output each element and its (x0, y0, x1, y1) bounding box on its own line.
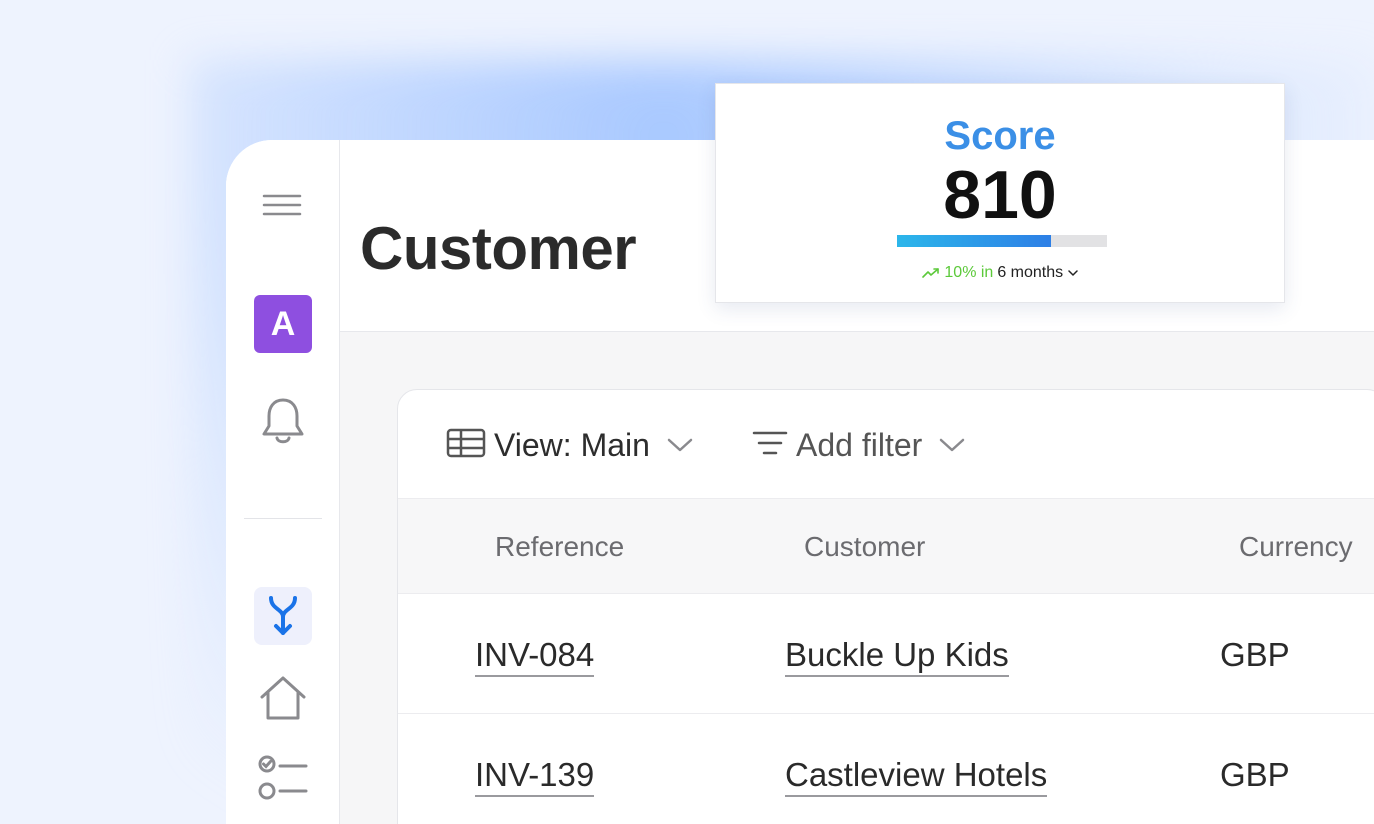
view-selector[interactable]: View: Main (446, 425, 694, 465)
column-header-currency[interactable]: Currency (1239, 531, 1353, 563)
trend-period-selector[interactable]: 6 months (997, 264, 1078, 282)
score-progress-bar (897, 235, 1107, 247)
currency-cell: GBP (1220, 636, 1290, 673)
customer-link[interactable]: Buckle Up Kids (785, 636, 1009, 677)
home-icon[interactable] (257, 673, 309, 723)
column-header-customer[interactable]: Customer (804, 531, 925, 563)
score-card: Score 810 10% in 6 months (715, 83, 1285, 303)
filter-icon (752, 430, 788, 461)
page-title: Customer (360, 215, 637, 282)
column-header-reference[interactable]: Reference (495, 531, 624, 563)
view-label: View: Main (494, 426, 650, 463)
table-row[interactable]: INV-139 Castleview Hotels GBP (398, 714, 1374, 824)
avatar[interactable]: A (254, 295, 312, 353)
reference-link[interactable]: INV-139 (475, 756, 595, 797)
score-trend: 10% in 6 months (716, 264, 1284, 282)
menu-icon[interactable] (259, 188, 305, 222)
table-card: View: Main Add filter Reference Customer… (397, 389, 1374, 824)
reference-link[interactable]: INV-084 (475, 636, 595, 677)
trend-period-label: 6 months (997, 264, 1064, 281)
sidebar-divider (244, 518, 322, 519)
customer-link[interactable]: Castleview Hotels (785, 756, 1048, 797)
table-header: Reference Customer Currency (398, 498, 1374, 594)
chevron-down-icon (1067, 270, 1078, 276)
merge-icon[interactable] (254, 587, 312, 645)
score-value: 810 (943, 157, 1057, 233)
currency-cell: GBP (1220, 756, 1290, 793)
add-filter-button[interactable]: Add filter (752, 425, 966, 465)
score-title: Score (944, 114, 1056, 158)
chevron-down-icon (666, 437, 694, 453)
table-row[interactable]: INV-084 Buckle Up Kids GBP (398, 594, 1374, 714)
chevron-down-icon (938, 437, 966, 453)
table-toolbar: View: Main Add filter (398, 390, 1374, 498)
main-content: View: Main Add filter Reference Customer… (340, 332, 1374, 824)
table-view-icon (446, 428, 486, 463)
sidebar: A (226, 140, 340, 824)
filter-label: Add filter (796, 426, 923, 463)
task-list-icon[interactable] (257, 754, 311, 802)
score-progress-fill (897, 235, 1052, 247)
bell-icon[interactable] (259, 395, 307, 447)
trending-up-icon (922, 268, 940, 278)
trend-value: 10% in (944, 264, 994, 281)
